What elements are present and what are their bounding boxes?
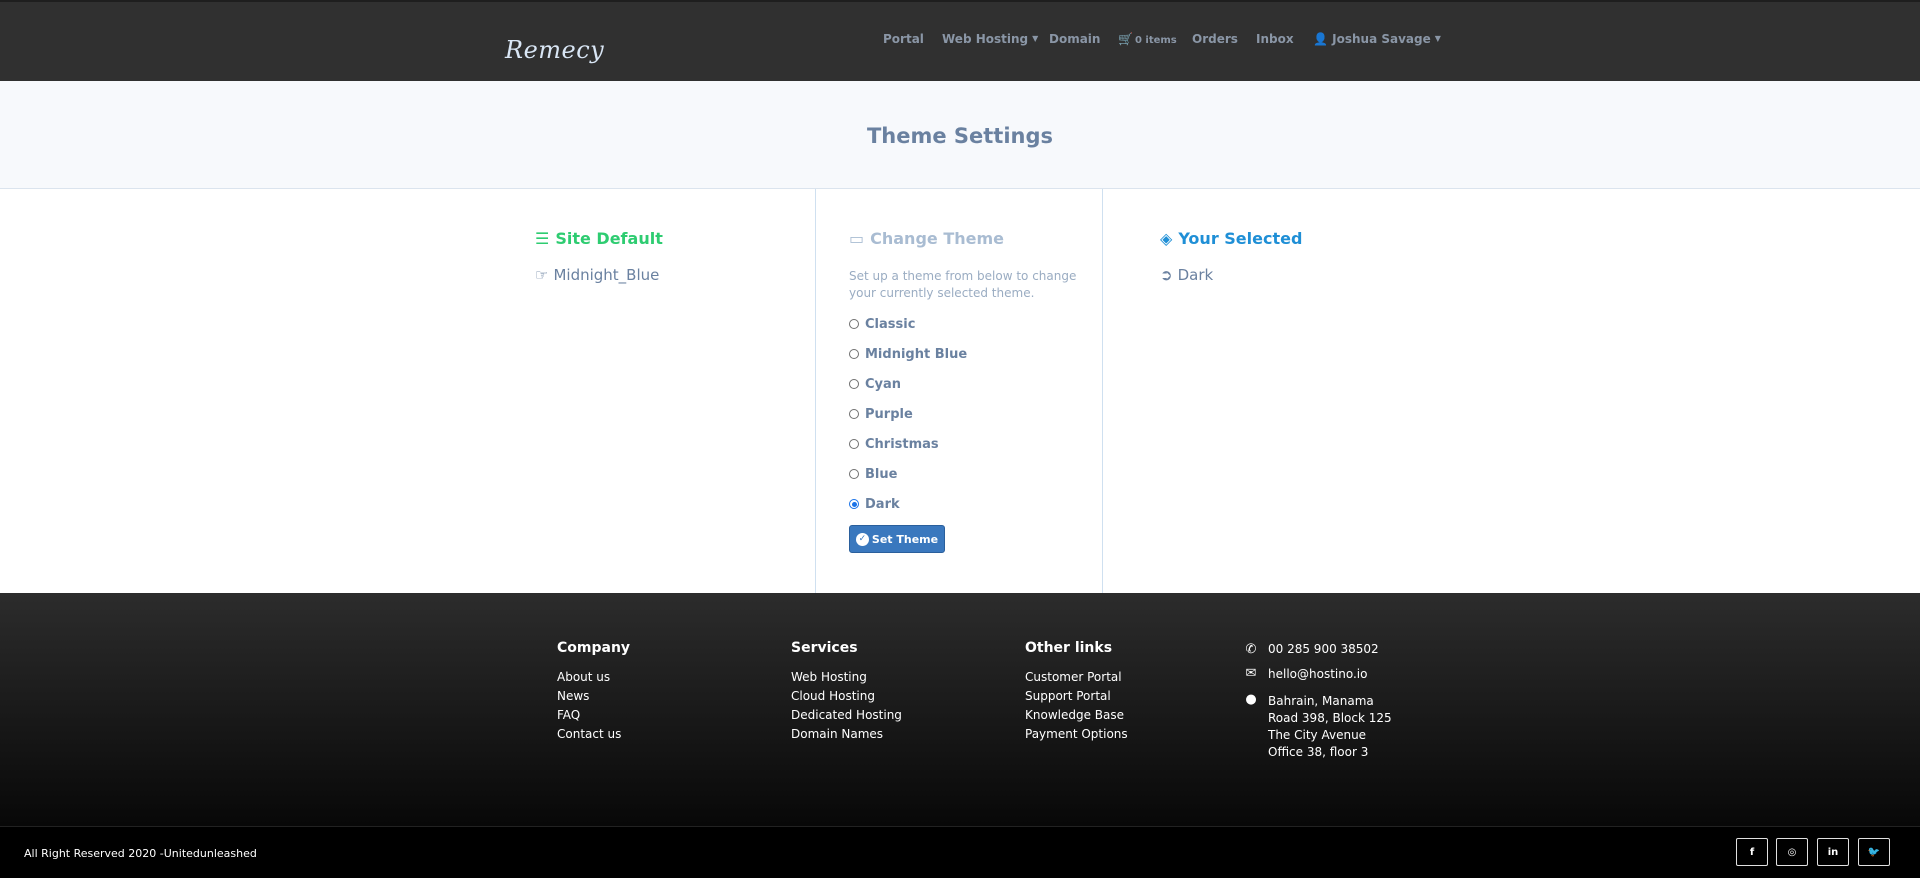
arrow-circle-right-icon: ➲ bbox=[1160, 266, 1173, 284]
footer-link-web-hosting[interactable]: Web Hosting bbox=[791, 670, 867, 684]
footer bbox=[0, 593, 1920, 826]
your-selected-heading: ◈ Your Selected bbox=[1160, 229, 1302, 248]
user-icon: 👤 bbox=[1313, 32, 1328, 46]
theme-option-cyan[interactable]: Cyan bbox=[849, 375, 901, 393]
footer-link-payment-options[interactable]: Payment Options bbox=[1025, 727, 1128, 741]
your-selected-value: ➲ Dark bbox=[1160, 266, 1213, 284]
site-default-heading: ☰ Site Default bbox=[535, 229, 663, 248]
cart-icon: 🛒 bbox=[1118, 32, 1133, 46]
nav-orders[interactable]: Orders bbox=[1192, 32, 1238, 52]
footer-address-line: Bahrain, Manama bbox=[1268, 694, 1374, 708]
theme-option-purple[interactable]: Purple bbox=[849, 405, 913, 423]
theme-option-label: Blue bbox=[865, 466, 898, 482]
envelope-icon: ✉ bbox=[1245, 666, 1257, 681]
theme-option-dark[interactable]: Dark bbox=[849, 495, 900, 513]
theme-option-christmas[interactable]: Christmas bbox=[849, 435, 939, 453]
instagram-icon[interactable]: ◎ bbox=[1776, 838, 1808, 866]
footer-link-news[interactable]: News bbox=[557, 689, 589, 703]
theme-option-blue[interactable]: Blue bbox=[849, 465, 897, 483]
footer-address-line: Road 398, Block 125 bbox=[1268, 711, 1392, 725]
tag-icon: ◈ bbox=[1160, 229, 1173, 248]
money-bill-icon: ▭ bbox=[849, 229, 865, 248]
set-theme-button[interactable]: ✓ Set Theme bbox=[849, 525, 945, 553]
nav-inbox[interactable]: Inbox bbox=[1256, 32, 1294, 52]
nav-cart[interactable]: 🛒 0 items bbox=[1118, 32, 1177, 52]
column-divider bbox=[815, 189, 816, 593]
theme-option-label: Christmas bbox=[865, 436, 939, 452]
server-icon: ☰ bbox=[535, 229, 550, 248]
nav-user-name: Joshua Savage bbox=[1332, 32, 1431, 46]
hand-point-right-icon: ☞ bbox=[535, 266, 549, 284]
footer-link-about[interactable]: About us bbox=[557, 670, 610, 684]
footer-link-dedicated-hosting[interactable]: Dedicated Hosting bbox=[791, 708, 902, 722]
linkedin-icon[interactable]: in bbox=[1817, 838, 1849, 866]
change-theme-description: Set up a theme from below to change your… bbox=[849, 269, 1077, 300]
footer-link-support-portal[interactable]: Support Portal bbox=[1025, 689, 1111, 703]
phone-icon: ✆ bbox=[1245, 642, 1257, 657]
theme-option-classic[interactable]: Classic bbox=[849, 315, 915, 333]
footer-link-domain-names[interactable]: Domain Names bbox=[791, 727, 883, 741]
footer-link-contact[interactable]: Contact us bbox=[557, 727, 621, 741]
radio-button[interactable] bbox=[849, 469, 859, 479]
set-theme-label: Set Theme bbox=[871, 532, 939, 546]
site-default-title: Site Default bbox=[555, 229, 663, 248]
your-selected-theme: Dark bbox=[1177, 266, 1214, 284]
footer-email[interactable]: hello@hostino.io bbox=[1268, 667, 1367, 681]
footer-link-knowledge-base[interactable]: Knowledge Base bbox=[1025, 708, 1124, 722]
radio-button[interactable] bbox=[849, 319, 859, 329]
change-theme-title: Change Theme bbox=[870, 229, 1004, 248]
your-selected-title: Your Selected bbox=[1178, 229, 1303, 248]
site-logo[interactable]: Remecy bbox=[505, 36, 604, 64]
footer-address-line: Office 38, floor 3 bbox=[1268, 745, 1369, 759]
caret-down-icon: ▼ bbox=[1434, 34, 1441, 43]
nav-web-hosting[interactable]: Web Hosting ▼ bbox=[942, 32, 1038, 52]
copyright-text: All Right Reserved 2020 -Unitedunleashed bbox=[24, 847, 257, 860]
radio-button-selected[interactable] bbox=[849, 499, 859, 509]
nav-web-hosting-label: Web Hosting bbox=[942, 32, 1029, 46]
theme-option-label: Cyan bbox=[865, 376, 902, 392]
check-circle-icon: ✓ bbox=[855, 532, 869, 546]
radio-button[interactable] bbox=[849, 409, 859, 419]
theme-option-midnight-blue[interactable]: Midnight Blue bbox=[849, 345, 967, 363]
page-title: Theme Settings bbox=[866, 124, 1054, 148]
footer-link-customer-portal[interactable]: Customer Portal bbox=[1025, 670, 1122, 684]
footer-other-heading: Other links bbox=[1025, 640, 1113, 656]
footer-link-faq[interactable]: FAQ bbox=[557, 708, 580, 722]
footer-services-heading: Services bbox=[791, 640, 858, 656]
footer-phone: 00 285 900 38502 bbox=[1268, 642, 1379, 656]
theme-option-label: Midnight Blue bbox=[865, 346, 968, 362]
bottom-bar bbox=[0, 826, 1920, 878]
site-default-theme: Midnight_Blue bbox=[553, 266, 660, 284]
column-divider bbox=[1102, 189, 1103, 593]
footer-link-cloud-hosting[interactable]: Cloud Hosting bbox=[791, 689, 875, 703]
theme-option-label: Classic bbox=[865, 316, 916, 332]
radio-button[interactable] bbox=[849, 349, 859, 359]
theme-option-label: Purple bbox=[865, 406, 913, 422]
map-marker-icon: ● bbox=[1245, 692, 1257, 707]
twitter-icon[interactable]: 🐦 bbox=[1858, 838, 1890, 866]
caret-down-icon: ▼ bbox=[1032, 34, 1039, 43]
radio-button[interactable] bbox=[849, 439, 859, 449]
footer-address-line: The City Avenue bbox=[1268, 728, 1367, 742]
theme-option-label: Dark bbox=[865, 496, 900, 512]
nav-user-menu[interactable]: 👤 Joshua Savage ▼ bbox=[1313, 32, 1441, 52]
facebook-icon[interactable]: f bbox=[1736, 838, 1768, 866]
site-default-value: ☞ Midnight_Blue bbox=[535, 266, 659, 284]
change-theme-heading: ▭ Change Theme bbox=[849, 229, 1004, 248]
footer-company-heading: Company bbox=[557, 640, 631, 656]
cart-count: 0 items bbox=[1134, 35, 1177, 46]
nav-portal[interactable]: Portal bbox=[883, 32, 924, 52]
radio-button[interactable] bbox=[849, 379, 859, 389]
nav-domain[interactable]: Domain bbox=[1049, 32, 1100, 52]
